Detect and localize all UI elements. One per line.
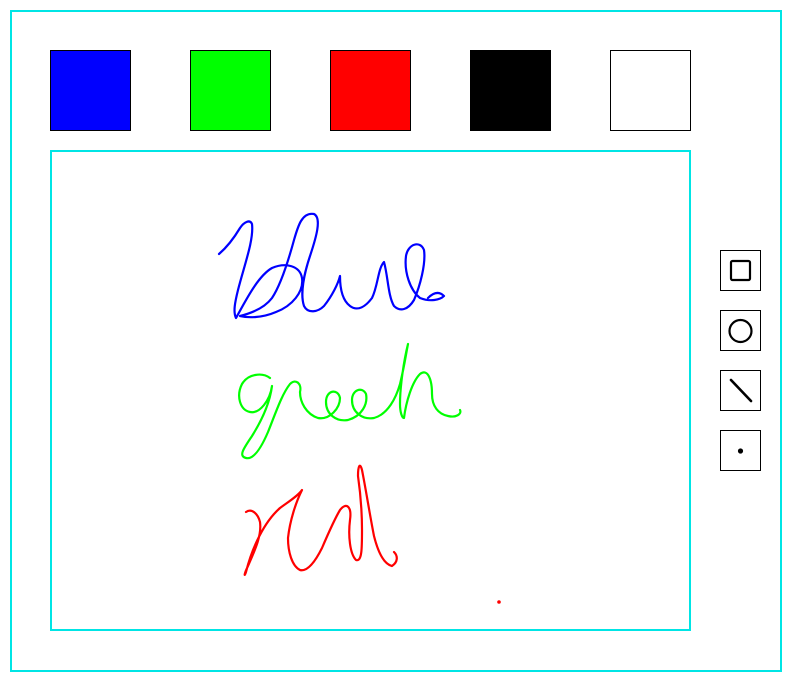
circle-icon	[728, 318, 753, 344]
dot-icon	[737, 448, 744, 454]
line-tool-button[interactable]	[720, 370, 761, 411]
line-icon	[729, 378, 753, 403]
drawing-canvas[interactable]	[50, 150, 691, 631]
stroke-red	[243, 464, 398, 576]
stroke-green	[238, 342, 462, 460]
rectangle-tool-button[interactable]	[720, 250, 761, 291]
stroke-blue	[217, 212, 446, 320]
dot-mark	[497, 600, 501, 604]
canvas-drawing	[217, 212, 501, 604]
point-tool-button[interactable]	[720, 430, 761, 471]
circle-tool-button[interactable]	[720, 310, 761, 351]
square-icon	[729, 259, 752, 282]
